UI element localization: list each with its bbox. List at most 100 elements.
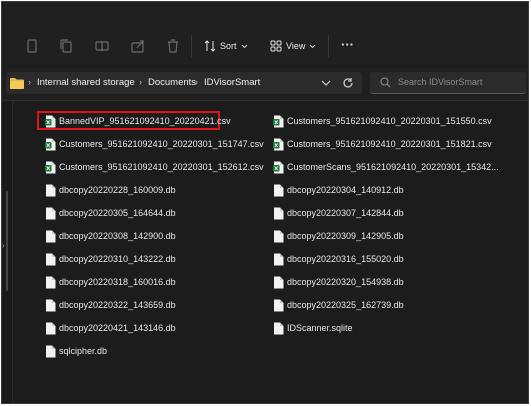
db-file-icon: [45, 299, 56, 312]
sqlite-file-icon: [273, 322, 284, 335]
sort-icon: [204, 40, 216, 52]
breadcrumb-documents[interactable]: Documents: [148, 77, 196, 88]
view-icon: [270, 40, 282, 52]
file-item[interactable]: dbcopy20220318_160016.db: [45, 273, 176, 291]
file-item[interactable]: dbcopy20220309_142905.db: [273, 227, 404, 245]
file-name: BannedVIP_951621092410_20220421.csv: [59, 116, 231, 126]
excel-file-icon: [45, 115, 56, 128]
search-placeholder: Search IDVisorSmart: [398, 77, 483, 87]
sort-label: Sort: [220, 41, 237, 51]
copy-icon[interactable]: [58, 38, 74, 54]
db-file-icon: [45, 207, 56, 220]
rename-icon[interactable]: [94, 38, 110, 54]
folder-icon: [10, 78, 24, 89]
refresh-icon[interactable]: [342, 77, 354, 89]
excel-file-icon: [273, 115, 284, 128]
db-file-icon: [273, 207, 284, 220]
chevron-down-icon: [310, 44, 316, 48]
excel-file-icon: [273, 161, 284, 174]
breadcrumb-separator: ›: [28, 77, 31, 87]
file-item[interactable]: IDScanner.sqlite: [273, 319, 353, 337]
db-file-icon: [273, 184, 284, 197]
file-item[interactable]: BannedVIP_951621092410_20220421.csv: [45, 112, 231, 130]
file-item[interactable]: dbcopy20220228_160009.db: [45, 181, 176, 199]
file-item[interactable]: Customers_951621092410_20220301_152612.c…: [45, 158, 264, 176]
file-name: IDScanner.sqlite: [287, 323, 353, 333]
file-name: Customers_951621092410_20220301_151821.c…: [287, 139, 492, 149]
file-item[interactable]: dbcopy20220308_142900.db: [45, 227, 176, 245]
file-name: dbcopy20220318_160016.db: [59, 277, 176, 287]
toolbar-divider: [191, 35, 192, 57]
cut-icon[interactable]: [24, 38, 40, 54]
address-row: › Internal shared storage › Documents › …: [2, 68, 528, 101]
db-file-icon: [45, 345, 56, 358]
address-dropdown-icon[interactable]: [321, 79, 331, 87]
db-file-icon: [45, 253, 56, 266]
chevron-down-icon: [241, 44, 247, 48]
file-item[interactable]: dbcopy20220305_164644.db: [45, 204, 176, 222]
excel-file-icon: [45, 161, 56, 174]
breadcrumb-internal-shared-storage[interactable]: Internal shared storage: [37, 77, 135, 88]
file-item[interactable]: Customers_951621092410_20220301_151550.c…: [273, 112, 492, 130]
file-item[interactable]: dbcopy20220322_143659.db: [45, 296, 176, 314]
file-item[interactable]: dbcopy20220307_142844.db: [273, 204, 404, 222]
file-item[interactable]: dbcopy20220316_155020.db: [273, 250, 404, 268]
file-name: dbcopy20220305_164644.db: [59, 208, 176, 218]
file-item[interactable]: dbcopy20220421_143146.db: [45, 319, 176, 337]
file-name: dbcopy20220310_143222.db: [59, 254, 176, 264]
file-name: sqlcipher.db: [59, 346, 108, 356]
db-file-icon: [45, 230, 56, 243]
file-item[interactable]: Customers_951621092410_20220301_151821.c…: [273, 135, 492, 153]
file-name: dbcopy20220325_162739.db: [287, 300, 404, 310]
command-bar: Sort View ···: [2, 2, 528, 65]
file-list-pane: › BannedVIP_951621092410_20220421.csv Cus…: [2, 101, 528, 403]
file-name: dbcopy20220320_154938.db: [287, 277, 404, 287]
nav-expand-icon[interactable]: ›: [2, 241, 5, 250]
file-name: dbcopy20220304_140912.db: [287, 185, 404, 195]
db-file-icon: [45, 184, 56, 197]
db-file-icon: [273, 299, 284, 312]
file-name: dbcopy20220322_143659.db: [59, 300, 176, 310]
toolbar-divider: [328, 35, 329, 57]
file-name: Customers_951621092410_20220301_152612.c…: [59, 162, 264, 172]
share-icon[interactable]: [130, 38, 146, 54]
nav-scrollbar[interactable]: [6, 191, 8, 291]
db-file-icon: [273, 253, 284, 266]
file-name: Customers_951621092410_20220301_151747.c…: [59, 139, 264, 149]
file-item[interactable]: sqlcipher.db: [45, 342, 107, 360]
breadcrumb-separator: ›: [139, 77, 142, 87]
more-label: ···: [341, 36, 354, 52]
address-bar[interactable]: › Internal shared storage › Documents › …: [6, 72, 362, 94]
file-item[interactable]: CustomerScans_951621092410_20220301_1534…: [273, 158, 499, 176]
file-explorer-window: Sort View ··· › Internal shared storage …: [1, 1, 529, 404]
file-name: dbcopy20220307_142844.db: [287, 208, 404, 218]
file-name: dbcopy20220316_155020.db: [287, 254, 404, 264]
file-item[interactable]: dbcopy20220310_143222.db: [45, 250, 176, 268]
breadcrumb-idvisorsmart[interactable]: IDVisorSmart: [204, 77, 260, 88]
file-item[interactable]: dbcopy20220304_140912.db: [273, 181, 404, 199]
search-icon: [380, 77, 391, 88]
delete-icon[interactable]: [165, 38, 181, 54]
file-name: dbcopy20220309_142905.db: [287, 231, 404, 241]
breadcrumb-separator: ›: [195, 77, 198, 87]
file-name: Customers_951621092410_20220301_151550.c…: [287, 116, 492, 126]
navigation-pane[interactable]: ›: [2, 101, 13, 403]
db-file-icon: [273, 230, 284, 243]
excel-file-icon: [45, 138, 56, 151]
db-file-icon: [45, 276, 56, 289]
file-item[interactable]: dbcopy20220320_154938.db: [273, 273, 404, 291]
more-options-button[interactable]: ···: [341, 36, 354, 52]
file-item[interactable]: dbcopy20220325_162739.db: [273, 296, 404, 314]
sort-button[interactable]: Sort: [204, 38, 248, 54]
db-file-icon: [273, 276, 284, 289]
file-name: CustomerScans_951621092410_20220301_1534…: [287, 162, 499, 172]
file-name: dbcopy20220421_143146.db: [59, 323, 176, 333]
db-file-icon: [45, 322, 56, 335]
view-label: View: [286, 41, 306, 51]
view-button[interactable]: View: [270, 38, 316, 54]
search-input[interactable]: Search IDVisorSmart: [370, 72, 526, 94]
excel-file-icon: [273, 138, 284, 151]
file-name: dbcopy20220308_142900.db: [59, 231, 176, 241]
file-name: dbcopy20220228_160009.db: [59, 185, 176, 195]
file-item[interactable]: Customers_951621092410_20220301_151747.c…: [45, 135, 264, 153]
